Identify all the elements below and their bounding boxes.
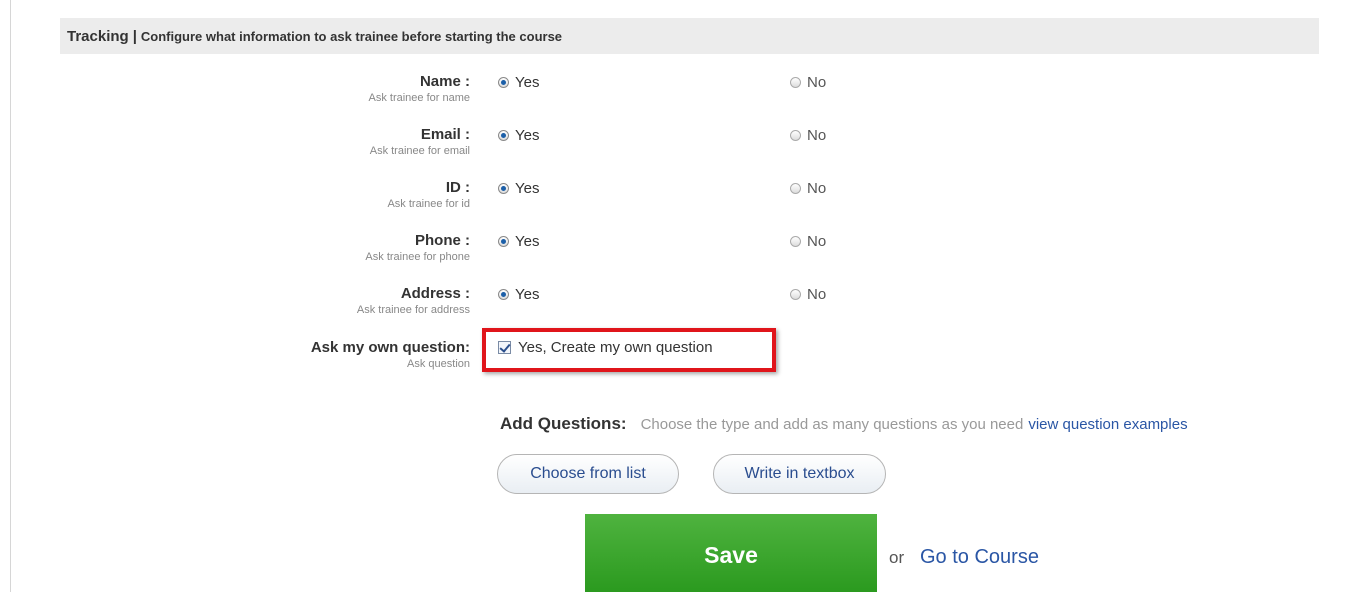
- field-hint: Ask trainee for phone: [365, 251, 470, 263]
- write-in-textbox-button[interactable]: Write in textbox: [713, 454, 886, 494]
- section-description: Configure what information to ask traine…: [140, 28, 563, 44]
- field-hint: Ask trainee for name: [368, 92, 471, 104]
- address-yes-radio[interactable]: Yes: [498, 286, 539, 303]
- radio-checked-icon[interactable]: [498, 236, 509, 247]
- radio-unchecked-icon[interactable]: [790, 130, 801, 141]
- field-label-block: Email : Ask trainee for email: [260, 126, 470, 158]
- field-row-id: ID : Ask trainee for id Yes No: [0, 179, 1360, 229]
- radio-checked-icon[interactable]: [498, 130, 509, 141]
- radio-label: Yes: [515, 233, 540, 250]
- phone-yes-radio[interactable]: Yes: [498, 233, 539, 250]
- field-label: Name :: [419, 73, 470, 90]
- id-yes-radio[interactable]: Yes: [498, 180, 539, 197]
- radio-label: No: [807, 233, 827, 250]
- field-label-block: ID : Ask trainee for id: [260, 179, 470, 211]
- radio-label: No: [807, 286, 827, 303]
- checkbox-label: Yes, Create my own question: [518, 339, 713, 356]
- radio-checked-icon[interactable]: [498, 183, 509, 194]
- radio-checked-icon[interactable]: [498, 77, 509, 88]
- field-label-block: Ask my own question: Ask question: [260, 339, 470, 371]
- view-question-examples-link[interactable]: view question examples: [1028, 416, 1187, 433]
- choose-from-list-button[interactable]: Choose from list: [497, 454, 679, 494]
- add-questions-label: Add Questions:: [500, 414, 627, 433]
- section-title: Tracking: [67, 27, 129, 45]
- radio-unchecked-icon[interactable]: [790, 183, 801, 194]
- or-text: or: [889, 548, 905, 567]
- save-button[interactable]: Save: [585, 514, 877, 592]
- radio-label: Yes: [515, 74, 540, 91]
- section-separator: |: [132, 27, 137, 45]
- section-header: Tracking | Configure what information to…: [60, 18, 1319, 54]
- radio-label: No: [807, 74, 827, 91]
- field-label-block: Phone : Ask trainee for phone: [260, 232, 470, 264]
- radio-label: No: [807, 127, 827, 144]
- radio-label: Yes: [515, 127, 540, 144]
- go-to-course-link[interactable]: Go to Course: [920, 546, 1039, 569]
- add-questions-help: Choose the type and add as many question…: [640, 416, 1024, 433]
- field-label: Ask my own question:: [310, 339, 470, 356]
- radio-label: No: [807, 180, 827, 197]
- field-row-email: Email : Ask trainee for email Yes No: [0, 126, 1360, 176]
- radio-label: Yes: [515, 180, 540, 197]
- radio-unchecked-icon[interactable]: [790, 77, 801, 88]
- add-questions-bar: Add Questions: Choose the type and add a…: [500, 414, 1188, 434]
- name-yes-radio[interactable]: Yes: [498, 74, 539, 91]
- field-label: ID :: [445, 179, 470, 196]
- radio-checked-icon[interactable]: [498, 289, 509, 300]
- field-label: Address :: [400, 285, 470, 302]
- checkbox-checked-icon[interactable]: [498, 341, 511, 354]
- field-hint: Ask trainee for email: [369, 145, 470, 157]
- radio-unchecked-icon[interactable]: [790, 236, 801, 247]
- field-hint: Ask trainee for address: [356, 304, 470, 316]
- email-no-radio[interactable]: No: [790, 127, 826, 144]
- name-no-radio[interactable]: No: [790, 74, 826, 91]
- own-question-checkbox[interactable]: Yes, Create my own question: [498, 339, 713, 356]
- field-label-block: Name : Ask trainee for name: [260, 73, 471, 105]
- id-no-radio[interactable]: No: [790, 180, 826, 197]
- field-row-phone: Phone : Ask trainee for phone Yes No: [0, 232, 1360, 282]
- field-row-name: Name : Ask trainee for name Yes No: [0, 73, 1360, 123]
- email-yes-radio[interactable]: Yes: [498, 127, 539, 144]
- field-hint: Ask trainee for id: [387, 198, 470, 210]
- phone-no-radio[interactable]: No: [790, 233, 826, 250]
- field-label: Phone :: [415, 232, 470, 249]
- address-no-radio[interactable]: No: [790, 286, 826, 303]
- field-hint: Ask question: [407, 358, 470, 370]
- field-label: Email :: [420, 126, 470, 143]
- radio-unchecked-icon[interactable]: [790, 289, 801, 300]
- radio-label: Yes: [515, 286, 540, 303]
- field-label-block: Address : Ask trainee for address: [260, 285, 470, 317]
